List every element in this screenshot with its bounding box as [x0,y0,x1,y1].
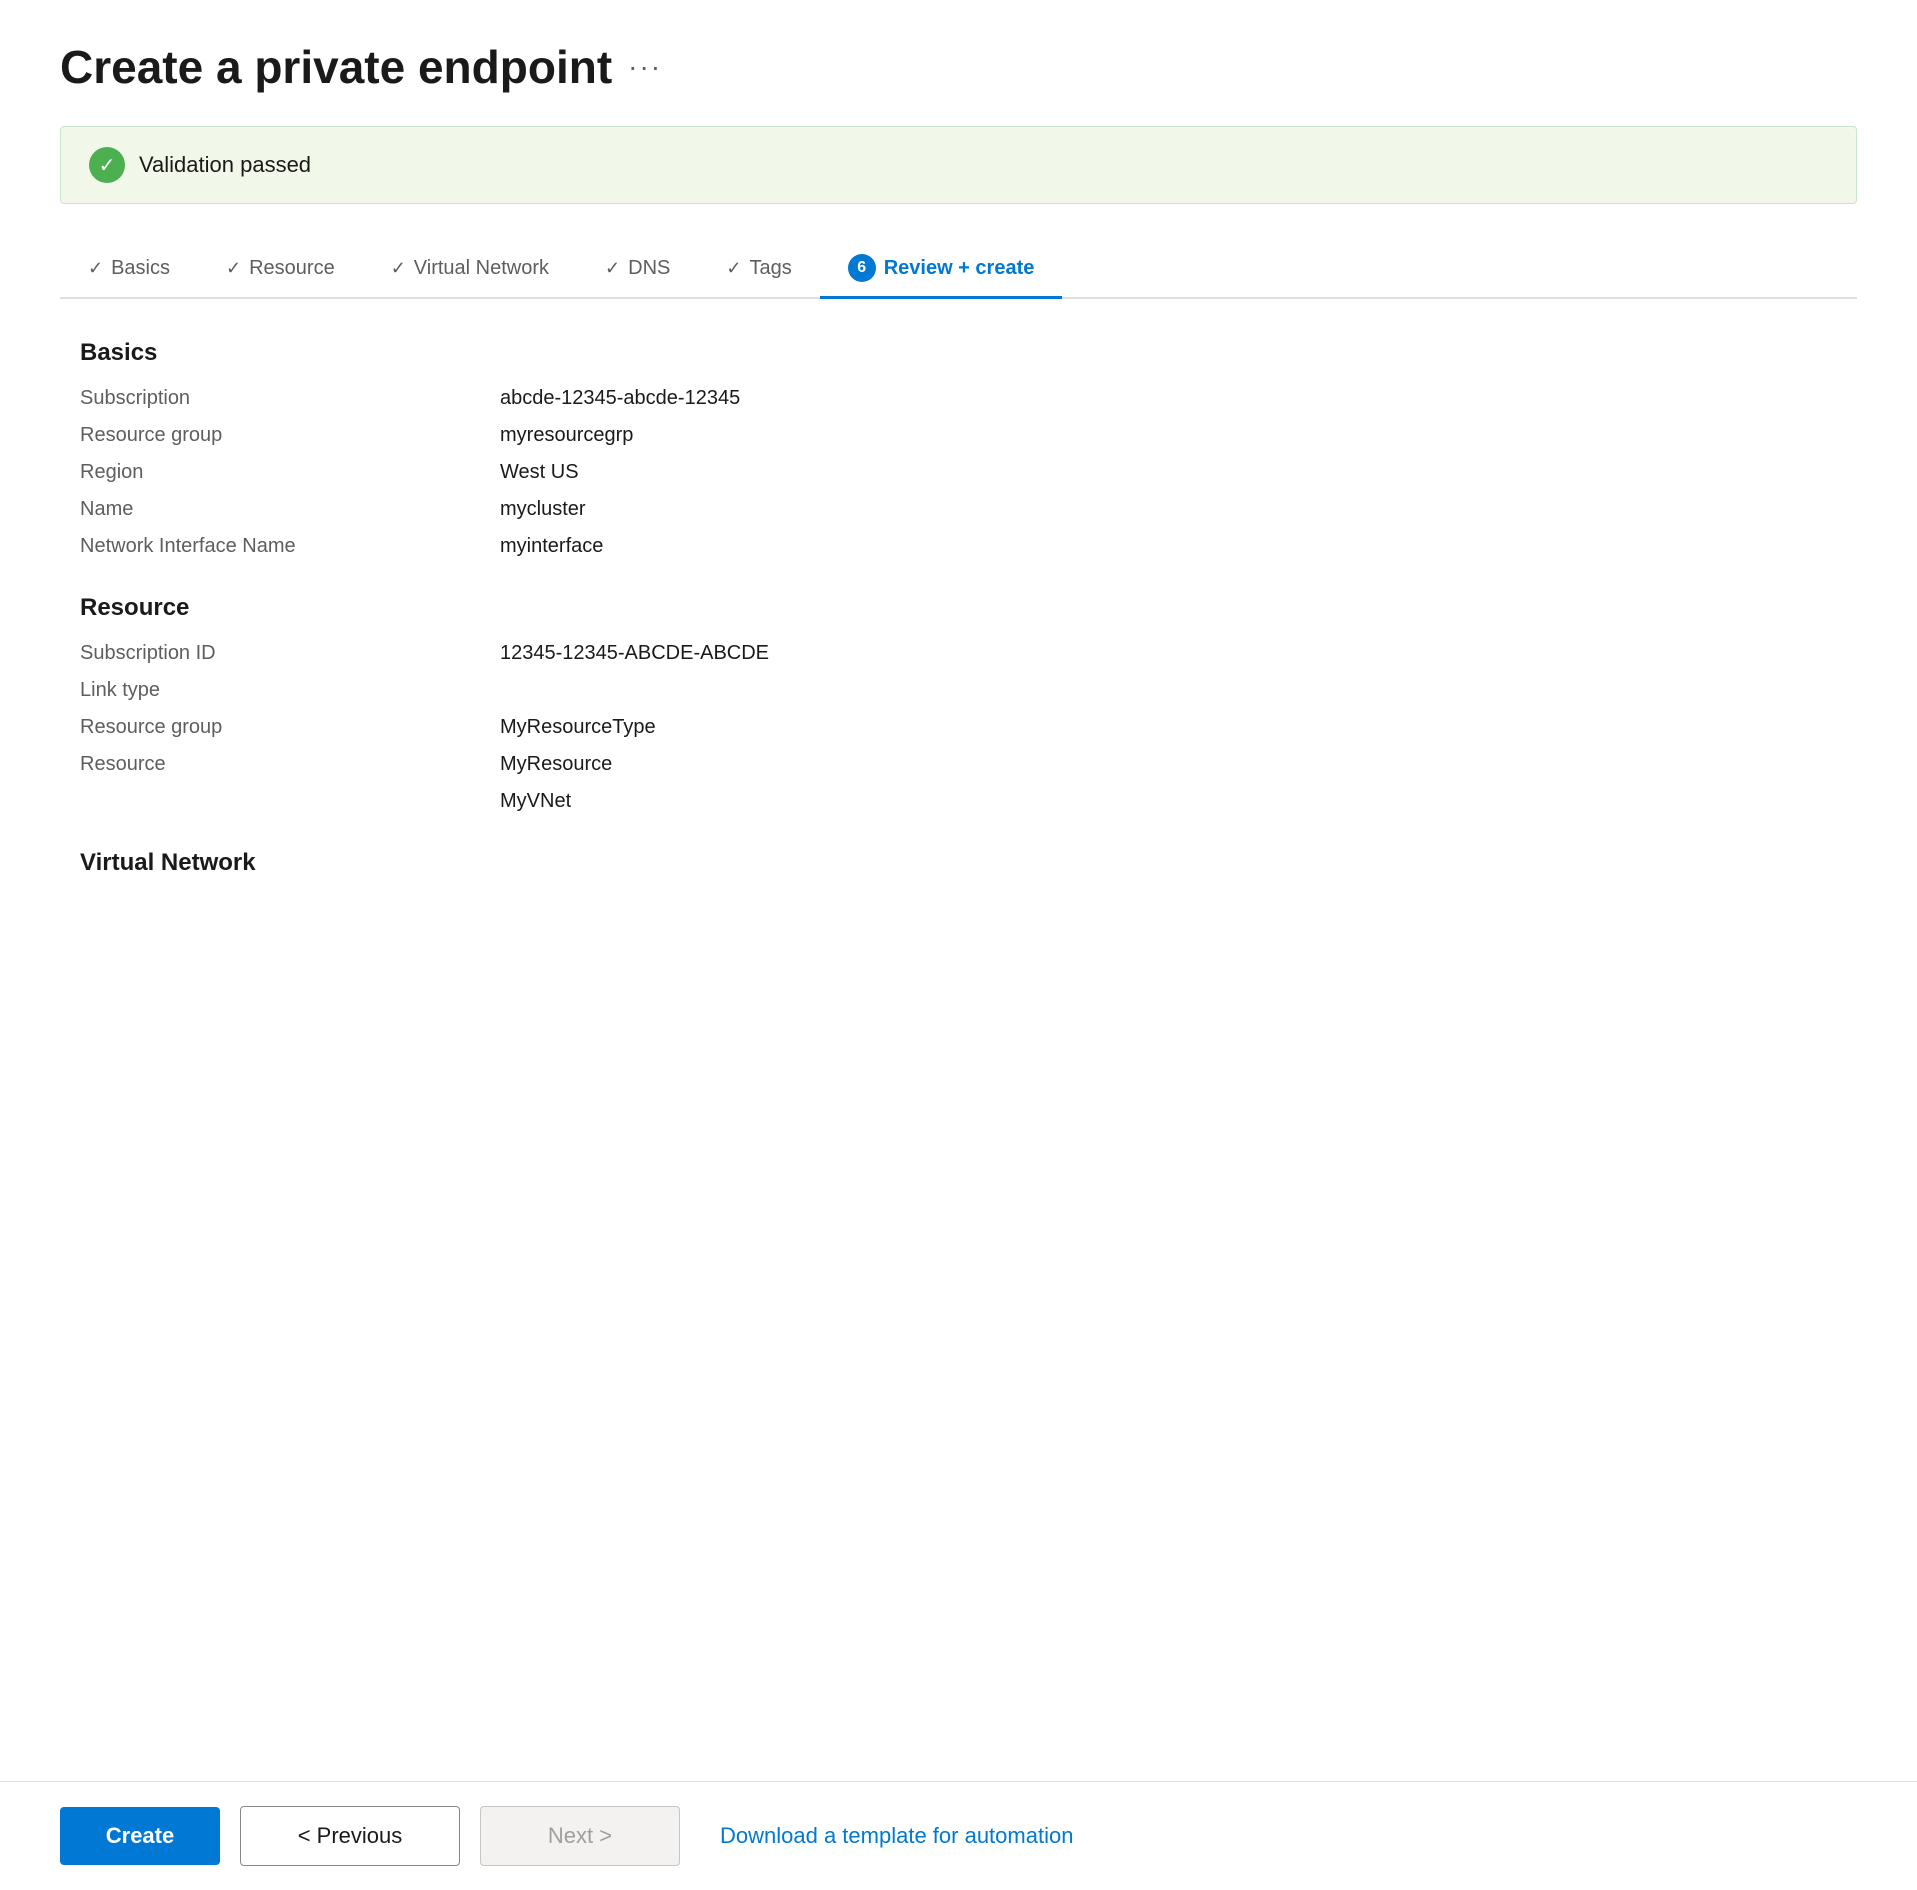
field-label-region: Region [80,461,500,484]
ellipsis-menu-icon[interactable]: ··· [628,51,662,83]
field-subscription: Subscription abcde-12345-abcde-12345 [80,387,1837,410]
tab-check-resource: ✓ [226,258,241,279]
field-name: Name mycluster [80,498,1837,521]
tab-review-create-label: Review + create [884,257,1035,280]
field-value-resource-group-resource: MyResourceType [500,716,656,739]
tab-resource[interactable]: ✓ Resource [198,243,363,297]
tab-badge-review-create: 6 [848,254,876,282]
create-button[interactable]: Create [60,1807,220,1865]
field-label-link-type: Link type [80,679,500,702]
field-value-subscription-id: 12345-12345-ABCDE-ABCDE [500,642,769,665]
basics-section: Basics Subscription abcde-12345-abcde-12… [80,339,1837,558]
virtual-network-section-title: Virtual Network [80,849,1837,877]
field-vnet-resource: MyVNet [80,790,1837,813]
resource-section: Resource Subscription ID 12345-12345-ABC… [80,594,1837,813]
validation-text: Validation passed [139,152,311,178]
virtual-network-section: Virtual Network [80,849,1837,877]
field-subscription-id: Subscription ID 12345-12345-ABCDE-ABCDE [80,642,1837,665]
tab-check-basics: ✓ [88,258,103,279]
field-network-interface-name: Network Interface Name myinterface [80,535,1837,558]
tab-check-dns: ✓ [605,258,620,279]
field-value-region: West US [500,461,579,484]
field-resource-group-resource: Resource group MyResourceType [80,716,1837,739]
tab-check-tags: ✓ [726,258,741,279]
field-region: Region West US [80,461,1837,484]
field-resource-group-basics: Resource group myresourcegrp [80,424,1837,447]
field-link-type: Link type [80,679,1837,702]
tab-resource-label: Resource [249,257,335,280]
field-label-network-interface-name: Network Interface Name [80,535,500,558]
tab-tags-label: Tags [749,257,791,280]
basics-section-title: Basics [80,339,1837,367]
download-template-link[interactable]: Download a template for automation [720,1823,1073,1849]
next-button: Next > [480,1806,680,1866]
tab-dns[interactable]: ✓ DNS [577,243,698,297]
previous-button[interactable]: < Previous [240,1806,460,1866]
field-value-subscription: abcde-12345-abcde-12345 [500,387,740,410]
validation-banner: ✓ Validation passed [60,126,1857,204]
field-label-resource-group-resource: Resource group [80,716,500,739]
tabs-bar: ✓ Basics ✓ Resource ✓ Virtual Network ✓ … [60,240,1857,299]
field-value-network-interface-name: myinterface [500,535,603,558]
field-label-subscription: Subscription [80,387,500,410]
field-label-name: Name [80,498,500,521]
page-header: Create a private endpoint ··· [60,40,1857,94]
tab-virtual-network[interactable]: ✓ Virtual Network [363,243,577,297]
field-value-resource: MyResource [500,753,612,776]
field-label-subscription-id: Subscription ID [80,642,500,665]
field-value-name: mycluster [500,498,586,521]
tab-dns-label: DNS [628,257,670,280]
field-value-vnet-resource: MyVNet [500,790,571,813]
field-value-resource-group-basics: myresourcegrp [500,424,633,447]
tab-tags[interactable]: ✓ Tags [698,243,819,297]
tab-review-create[interactable]: 6 Review + create [820,240,1063,299]
field-label-resource: Resource [80,753,500,776]
tab-check-virtual-network: ✓ [391,258,406,279]
resource-section-title: Resource [80,594,1837,622]
field-label-resource-group-basics: Resource group [80,424,500,447]
page-title: Create a private endpoint [60,40,612,94]
footer: Create < Previous Next > Download a temp… [0,1781,1917,1890]
field-resource: Resource MyResource [80,753,1837,776]
tab-basics-label: Basics [111,257,170,280]
tab-virtual-network-label: Virtual Network [414,257,549,280]
validation-check-icon: ✓ [89,147,125,183]
content-area: Basics Subscription abcde-12345-abcde-12… [60,339,1857,877]
tab-basics[interactable]: ✓ Basics [60,243,198,297]
